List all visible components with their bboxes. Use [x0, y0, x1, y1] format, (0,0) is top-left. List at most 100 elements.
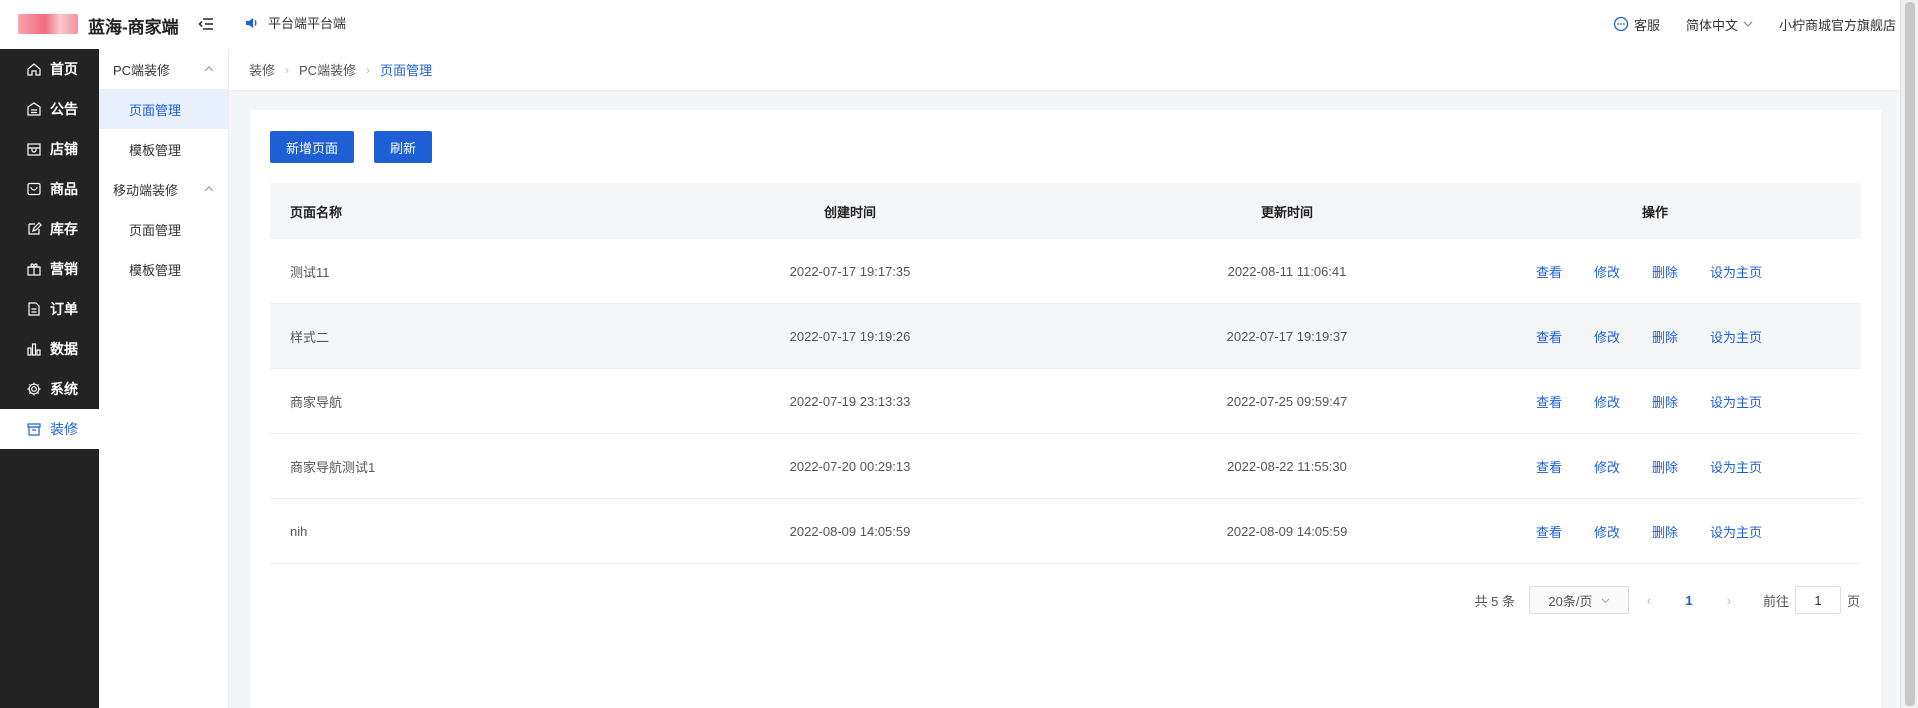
sidebar-item-label: 营销 — [50, 261, 78, 277]
set-homepage-link[interactable]: 设为主页 — [1710, 392, 1762, 411]
sub-sidebar: PC端装修 页面管理 模板管理 移动端装修 页面管理 模板管理 — [99, 49, 229, 708]
sidebar-item-label: 库存 — [50, 221, 78, 237]
table-row: 测试11 2022-07-17 19:17:35 2022-08-11 11:0… — [270, 239, 1861, 304]
gear-icon — [27, 382, 41, 396]
language-label: 简体中文 — [1685, 17, 1738, 33]
created-time: 2022-07-19 23:13:33 — [789, 393, 911, 409]
set-homepage-link[interactable]: 设为主页 — [1710, 327, 1762, 346]
language-select[interactable]: 简体中文 — [1686, 15, 1753, 34]
subnav-item-mobile-templates[interactable]: 模板管理 — [99, 249, 228, 289]
updated-time: 2022-08-09 14:05:59 — [1226, 523, 1348, 539]
set-homepage-link[interactable]: 设为主页 — [1710, 457, 1762, 476]
view-link[interactable]: 查看 — [1536, 522, 1562, 541]
view-link[interactable]: 查看 — [1536, 392, 1562, 411]
breadcrumb: 装修 › PC端装修 › 页面管理 — [229, 49, 1900, 91]
prev-page-button[interactable]: ‹ — [1629, 593, 1669, 608]
breadcrumb-item[interactable]: 装修 — [249, 60, 275, 79]
column-header: 更新时间 — [1260, 204, 1313, 220]
page-jump: 前往 页 — [1763, 586, 1860, 614]
updated-time: 2022-07-25 09:59:47 — [1226, 393, 1348, 409]
vertical-scrollbar[interactable] — [1900, 0, 1918, 708]
edit-link[interactable]: 修改 — [1594, 392, 1620, 411]
notice-bar[interactable]: 平台端平台端 — [244, 13, 346, 32]
sidebar-item-notice[interactable]: 公告 — [0, 89, 99, 129]
sidebar-item-label: 公告 — [50, 101, 78, 117]
edit-link[interactable]: 修改 — [1594, 457, 1620, 476]
sidebar-item-inventory[interactable]: 库存 — [0, 209, 99, 249]
sidebar-item-label: 商品 — [50, 181, 78, 197]
chart-icon — [27, 343, 41, 356]
sidebar-item-data[interactable]: 数据 — [0, 329, 99, 369]
updated-time: 2022-07-17 19:19:37 — [1226, 328, 1348, 344]
table-row: 商家导航 2022-07-19 23:13:33 2022-07-25 09:5… — [270, 369, 1861, 434]
subnav-item-mobile-pages[interactable]: 页面管理 — [99, 209, 228, 249]
edit-link[interactable]: 修改 — [1594, 327, 1620, 346]
subnav-item-pc-pages[interactable]: 页面管理 — [99, 89, 228, 129]
page-size-select[interactable]: 20条/页 — [1528, 586, 1629, 614]
total-count: 共 5 条 — [1474, 593, 1515, 609]
sidebar-item-label: 首页 — [50, 61, 78, 77]
table-row: 样式二 2022-07-17 19:19:26 2022-07-17 19:19… — [270, 304, 1861, 369]
edit-link[interactable]: 修改 — [1594, 522, 1620, 541]
sidebar-item-store[interactable]: 店铺 — [0, 129, 99, 169]
add-page-button[interactable]: 新增页面 — [270, 131, 354, 163]
view-link[interactable]: 查看 — [1536, 262, 1562, 281]
chat-icon — [1613, 16, 1629, 32]
created-time: 2022-07-17 19:19:26 — [789, 328, 911, 344]
chevron-up-icon — [204, 66, 214, 72]
sidebar-item-label: 订单 — [50, 301, 78, 317]
product-icon — [27, 182, 41, 196]
page-number[interactable]: 1 — [1669, 593, 1709, 608]
goto-page-input[interactable] — [1794, 586, 1841, 614]
decor-icon — [27, 423, 41, 436]
subnav-item-pc-templates[interactable]: 模板管理 — [99, 129, 228, 169]
column-header: 操作 — [1641, 204, 1668, 220]
sidebar-item-home[interactable]: 首页 — [0, 49, 99, 89]
customer-service-button[interactable]: 客服 — [1613, 15, 1660, 34]
pagination: 共 5 条 20条/页 ‹ 1 › 前往 页 — [1474, 586, 1860, 614]
sidebar-item-marketing[interactable]: 营销 — [0, 249, 99, 289]
chevron-down-icon — [1743, 21, 1753, 27]
subnav-group-mobile[interactable]: 移动端装修 — [99, 169, 228, 209]
scrollbar-thumb[interactable] — [1905, 2, 1915, 706]
pages-table: 页面名称 创建时间 更新时间 操作 测试11 2022-07-17 19:17:… — [270, 183, 1861, 564]
delete-link[interactable]: 删除 — [1652, 457, 1678, 476]
customer-service-label: 客服 — [1633, 17, 1660, 33]
view-link[interactable]: 查看 — [1536, 327, 1562, 346]
created-time: 2022-07-17 19:17:35 — [789, 263, 911, 279]
delete-link[interactable]: 删除 — [1652, 392, 1678, 411]
sidebar-item-system[interactable]: 系统 — [0, 369, 99, 409]
page-size-label: 20条/页 — [1548, 593, 1593, 609]
set-homepage-link[interactable]: 设为主页 — [1710, 522, 1762, 541]
order-icon — [28, 302, 40, 316]
table-row: 商家导航测试1 2022-07-20 00:29:13 2022-08-22 1… — [270, 434, 1861, 499]
speaker-icon — [246, 17, 257, 28]
notice-text: 平台端平台端 — [268, 16, 347, 31]
page-name: 测试11 — [290, 264, 330, 280]
top-header: 蓝海-商家端 平台端平台端 客服 简体中文 小柠商城官方旗舰店 — [0, 0, 1900, 50]
sidebar-item-label: 系统 — [50, 381, 78, 397]
page-name: 商家导航测试1 — [290, 459, 376, 475]
sidebar-item-decoration[interactable]: 装修 — [0, 409, 99, 449]
store-name[interactable]: 小柠商城官方旗舰店 — [1779, 15, 1896, 34]
sidebar-item-product[interactable]: 商品 — [0, 169, 99, 209]
delete-link[interactable]: 删除 — [1652, 262, 1678, 281]
collapse-menu-icon[interactable] — [196, 14, 216, 34]
subnav-group-pc[interactable]: PC端装修 — [99, 49, 228, 89]
delete-link[interactable]: 删除 — [1652, 522, 1678, 541]
subnav-group-label: 移动端装修 — [113, 182, 179, 198]
goto-suffix: 页 — [1846, 593, 1860, 609]
sidebar-item-order[interactable]: 订单 — [0, 289, 99, 329]
set-homepage-link[interactable]: 设为主页 — [1710, 262, 1762, 281]
edit-icon — [28, 222, 42, 235]
sidebar-item-label: 装修 — [50, 421, 78, 437]
edit-link[interactable]: 修改 — [1594, 262, 1620, 281]
next-page-button[interactable]: › — [1709, 593, 1749, 608]
page-name: 样式二 — [290, 329, 330, 345]
refresh-button[interactable]: 刷新 — [374, 131, 432, 163]
store-icon — [27, 143, 41, 156]
table-header: 页面名称 创建时间 更新时间 操作 — [270, 183, 1861, 239]
delete-link[interactable]: 删除 — [1652, 327, 1678, 346]
breadcrumb-item[interactable]: PC端装修 — [299, 60, 356, 79]
view-link[interactable]: 查看 — [1536, 457, 1562, 476]
